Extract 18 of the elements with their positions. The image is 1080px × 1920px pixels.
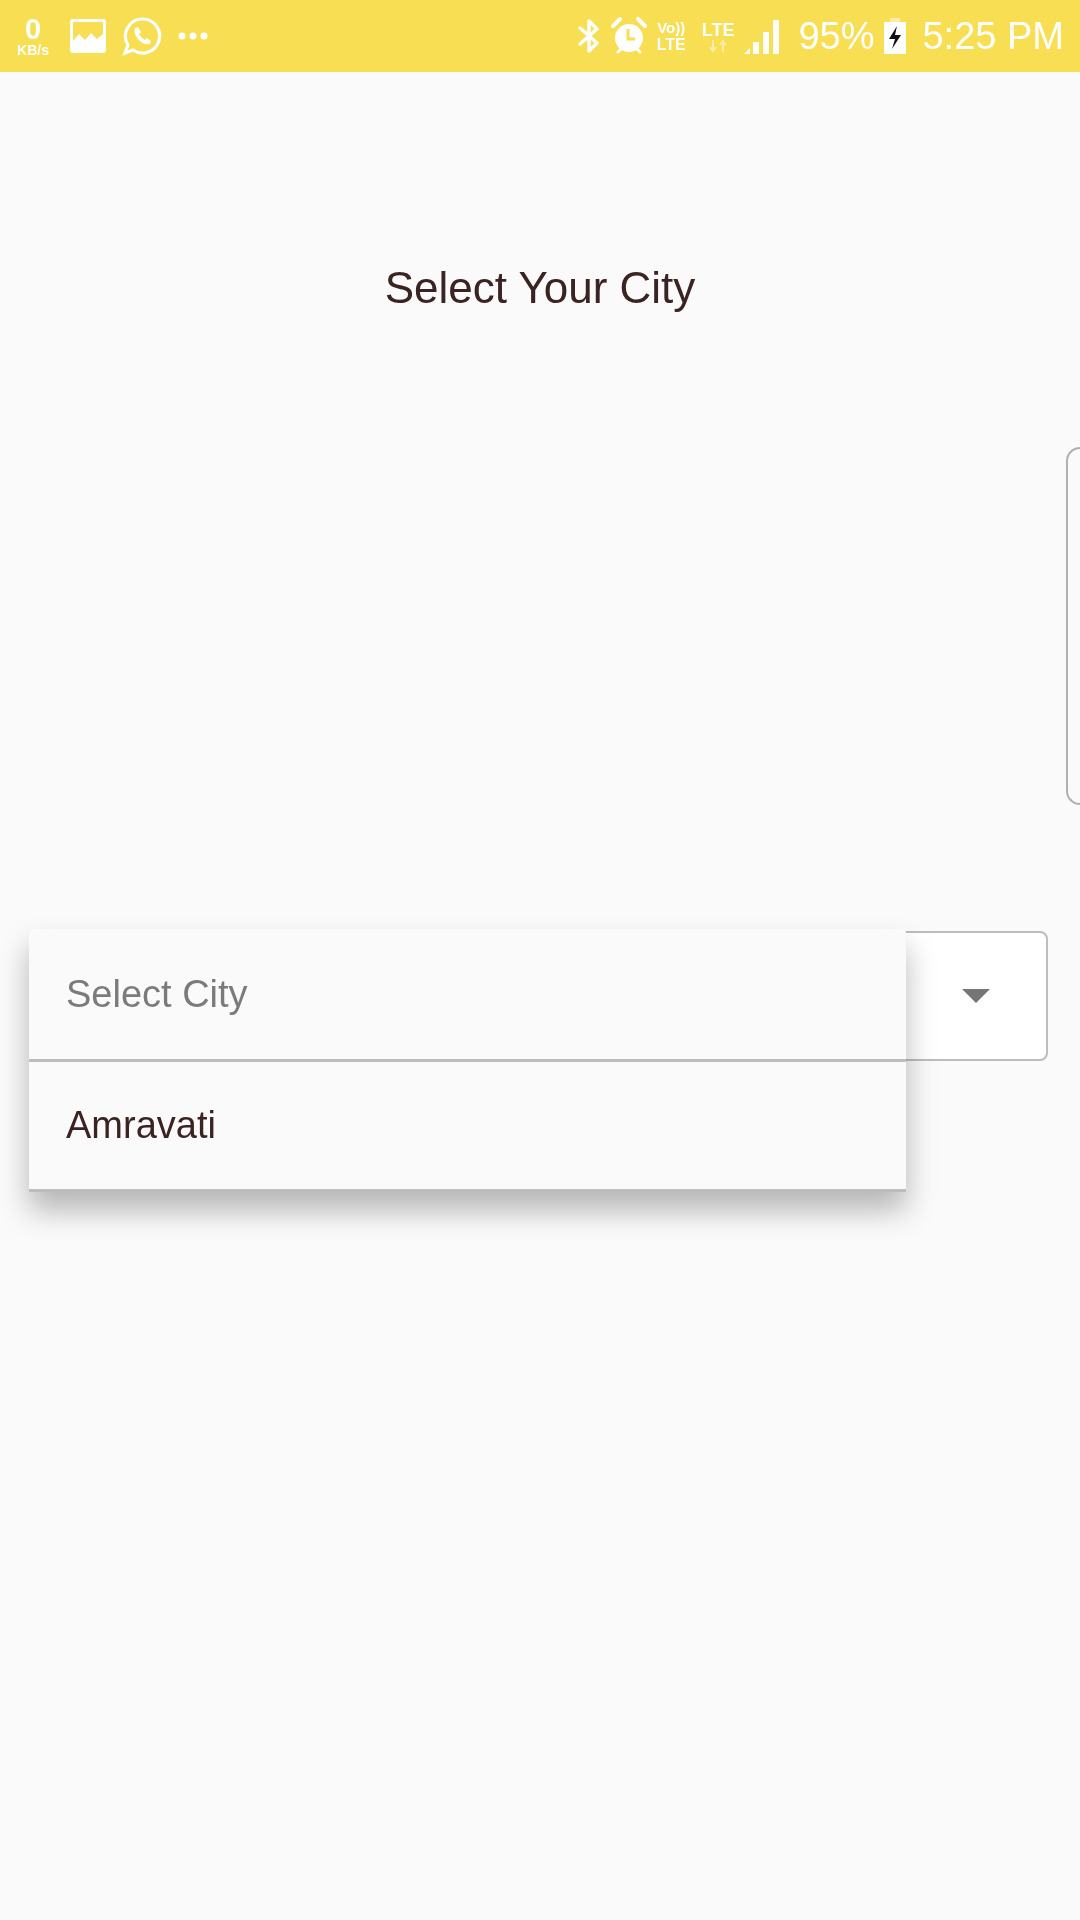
battery-percentage: 95% <box>798 14 875 58</box>
data-speed-unit: KB/s <box>17 42 49 58</box>
alarm-clock-icon <box>610 17 647 55</box>
volte-label: LTE <box>656 36 686 53</box>
data-arrows-icon <box>709 40 728 52</box>
signal-icon <box>744 18 781 54</box>
dropdown-option[interactable]: Amravati <box>29 1059 906 1189</box>
more-dots-icon <box>178 32 208 40</box>
phone-chat-bubble-icon <box>122 16 162 56</box>
network-type: LTE <box>701 20 735 40</box>
battery-charging-icon <box>884 18 907 54</box>
volte-label: Vo)) <box>657 19 686 36</box>
bluetooth-icon <box>576 18 601 54</box>
page-title: Select Your City <box>384 262 696 314</box>
clock-time: 5:25 PM <box>922 14 1064 58</box>
image-icon <box>70 19 106 53</box>
data-speed-value: 0 <box>24 14 42 43</box>
caret-icon <box>962 989 990 1003</box>
